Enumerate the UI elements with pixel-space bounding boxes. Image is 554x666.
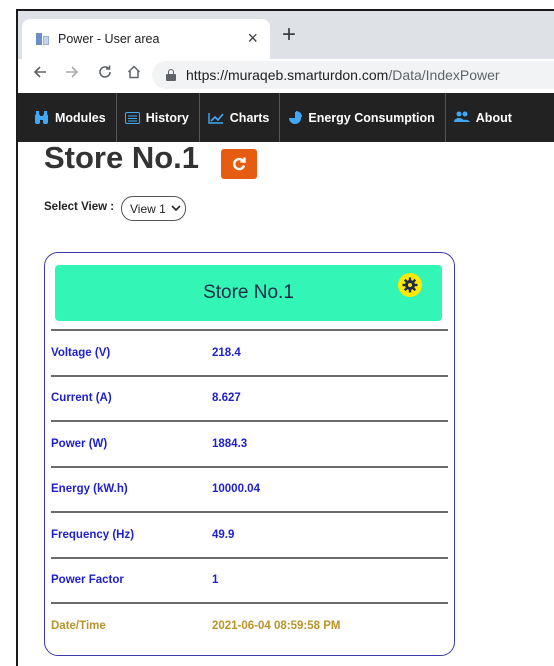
store-card: Store No.1 Voltage (V) 218.4 Current (A)… (44, 252, 455, 656)
binoculars-icon (35, 110, 48, 124)
browser-tab[interactable]: Power - User area × (22, 19, 270, 59)
nav-modules-label: Modules (55, 110, 106, 125)
nav-about[interactable]: About (453, 93, 522, 142)
card-title: Store No.1 (203, 282, 294, 303)
back-arrow-icon[interactable] (32, 63, 48, 87)
url-path: /Data/IndexPower (388, 67, 500, 83)
site-navbar: Modules History Charts Energy Consumptio… (18, 93, 554, 142)
readings-table: Voltage (V) 218.4 Current (A) 8.627 Powe… (51, 329, 448, 648)
refresh-button[interactable] (221, 149, 257, 179)
chevron-down-icon (171, 205, 181, 212)
browser-toolbar: https://muraqeb.smarturdon.com/Data/Inde… (18, 59, 554, 93)
row-value: 49.9 (212, 528, 235, 541)
row-value: 10000.04 (212, 483, 260, 496)
row-value: 1884.3 (212, 437, 248, 450)
nav-about-label: About (475, 110, 512, 125)
refresh-icon (233, 157, 246, 171)
url-text: https://muraqeb.smarturdon.com/Data/Inde… (186, 67, 500, 83)
view-select[interactable]: View 1 (121, 196, 186, 221)
table-row: Energy (kW.h) 10000.04 (51, 465, 448, 512)
row-label: Voltage (V) (51, 346, 111, 359)
reload-icon[interactable] (97, 63, 113, 87)
row-label: Power (W) (51, 437, 108, 450)
nav-charts-label: Charts (229, 110, 270, 125)
home-icon[interactable] (126, 63, 142, 87)
row-label: Date/Time (51, 619, 106, 632)
row-label: Current (A) (51, 392, 112, 405)
nav-energy-consumption[interactable]: Energy Consumption (288, 93, 446, 142)
url-host: https://muraqeb.smarturdon.com (186, 67, 389, 83)
row-value: 218.4 (212, 346, 241, 359)
row-label: Frequency (Hz) (51, 528, 135, 541)
address-bar[interactable]: https://muraqeb.smarturdon.com/Data/Inde… (152, 61, 554, 89)
table-row-datetime: Date/Time 2021-06-04 08:59:58 PM (51, 602, 448, 648)
pie-chart-icon (289, 110, 303, 124)
table-row: Voltage (V) 218.4 (51, 329, 448, 375)
table-row: Power (W) 1884.3 (51, 420, 448, 466)
nav-history[interactable]: History (124, 93, 200, 142)
page-favicon-icon (36, 32, 50, 46)
view-select-value: View 1 (130, 201, 166, 216)
row-value: 8.627 (212, 392, 241, 405)
tab-strip: Power - User area × + (18, 11, 554, 59)
gear-icon (402, 277, 418, 293)
list-icon (124, 111, 140, 124)
table-row: Power Factor 1 (51, 556, 448, 603)
tab-title: Power - User area (58, 32, 160, 46)
line-chart-icon (208, 112, 224, 124)
nav-energy-consumption-label: Energy Consumption (308, 110, 435, 125)
nav-history-label: History (145, 110, 189, 125)
users-icon (453, 111, 470, 122)
row-label: Energy (kW.h) (51, 483, 128, 496)
nav-modules[interactable]: Modules (34, 93, 117, 142)
tab-close-icon[interactable]: × (247, 28, 258, 48)
table-row: Frequency (Hz) 49.9 (51, 511, 448, 557)
row-label: Power Factor (51, 574, 124, 587)
new-tab-icon[interactable]: + (282, 23, 296, 47)
table-row: Current (A) 8.627 (51, 374, 448, 421)
select-view-label: Select View : (44, 201, 115, 213)
page-title: Store No.1 (44, 140, 200, 175)
row-value: 2021-06-04 08:59:58 PM (212, 619, 341, 632)
card-header: Store No.1 (55, 265, 442, 321)
forward-arrow-icon[interactable] (64, 63, 80, 87)
row-value: 1 (212, 574, 219, 587)
nav-charts[interactable]: Charts (208, 93, 281, 142)
settings-button[interactable] (398, 273, 422, 297)
lock-icon[interactable] (166, 69, 176, 81)
